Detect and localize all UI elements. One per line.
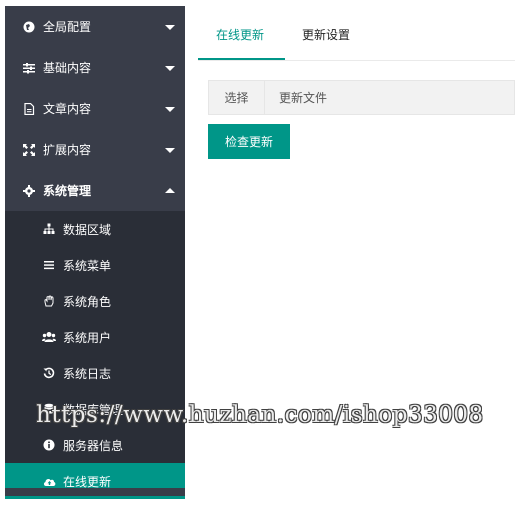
users-icon: [42, 330, 56, 344]
tab-online-update[interactable]: 在线更新: [216, 26, 264, 43]
hand-icon: [42, 294, 56, 308]
sub-item-label: 在线更新: [63, 474, 112, 489]
sidebar-bottom: [5, 488, 185, 496]
menu-item-global-config[interactable]: 全局配置: [5, 6, 185, 47]
sub-item-label: 数据区域: [63, 222, 112, 237]
menu-label: 系统管理: [43, 184, 92, 198]
globe-icon: [22, 20, 36, 34]
tab-bar: 在线更新 更新设置: [198, 6, 515, 61]
file-name-field[interactable]: 更新文件: [265, 89, 327, 106]
menu-label: 基础内容: [43, 61, 92, 75]
sub-item-system-user[interactable]: 系统用户: [5, 319, 185, 355]
choose-file-button[interactable]: 选择: [209, 81, 265, 114]
chevron-down-icon: [165, 24, 175, 30]
submenu-system-management: 数据区域 系统菜单 系统角色 系统用户 系统日志 数据库管理 服务器信息 在线更…: [5, 211, 185, 499]
sub-item-label: 系统菜单: [63, 258, 112, 273]
list-icon: [42, 258, 56, 272]
tab-update-settings[interactable]: 更新设置: [302, 26, 350, 43]
gear-icon: [22, 184, 36, 198]
menu-item-extended-content[interactable]: 扩展内容: [5, 129, 185, 170]
sitemap-icon: [42, 222, 56, 236]
sub-item-label: 服务器信息: [63, 438, 124, 453]
menu-label: 扩展内容: [43, 143, 92, 157]
menu-item-basic-content[interactable]: 基础内容: [5, 47, 185, 88]
check-update-button[interactable]: 检查更新: [208, 124, 290, 159]
chevron-down-icon: [165, 106, 175, 112]
sub-item-label: 系统用户: [63, 330, 112, 345]
active-tab-indicator: [198, 58, 285, 60]
chevron-up-icon: [165, 187, 175, 193]
menu-label: 全局配置: [43, 20, 92, 34]
history-icon: [42, 366, 56, 380]
cloud-upload-icon: [42, 474, 56, 488]
expand-icon: [22, 143, 36, 157]
sub-item-data-region[interactable]: 数据区域: [5, 211, 185, 247]
sub-item-server-info[interactable]: 服务器信息: [5, 427, 185, 463]
file-upload-row: 选择 更新文件: [208, 80, 515, 115]
sub-item-system-menu[interactable]: 系统菜单: [5, 247, 185, 283]
sub-item-label: 系统角色: [63, 294, 112, 309]
menu-item-article-content[interactable]: 文章内容: [5, 88, 185, 129]
main-panel: 在线更新 更新设置 选择 更新文件 检查更新: [198, 6, 515, 159]
sliders-icon: [22, 61, 36, 75]
info-icon: [42, 438, 56, 452]
watermark-text: https://www.huzhan.com/ishop33008: [36, 402, 484, 428]
chevron-down-icon: [165, 147, 175, 153]
sub-item-system-log[interactable]: 系统日志: [5, 355, 185, 391]
menu-item-system-management[interactable]: 系统管理: [5, 170, 185, 211]
menu-label: 文章内容: [43, 102, 92, 116]
document-icon: [22, 102, 36, 116]
chevron-down-icon: [165, 65, 175, 71]
sub-item-system-role[interactable]: 系统角色: [5, 283, 185, 319]
sub-item-label: 系统日志: [63, 366, 112, 381]
